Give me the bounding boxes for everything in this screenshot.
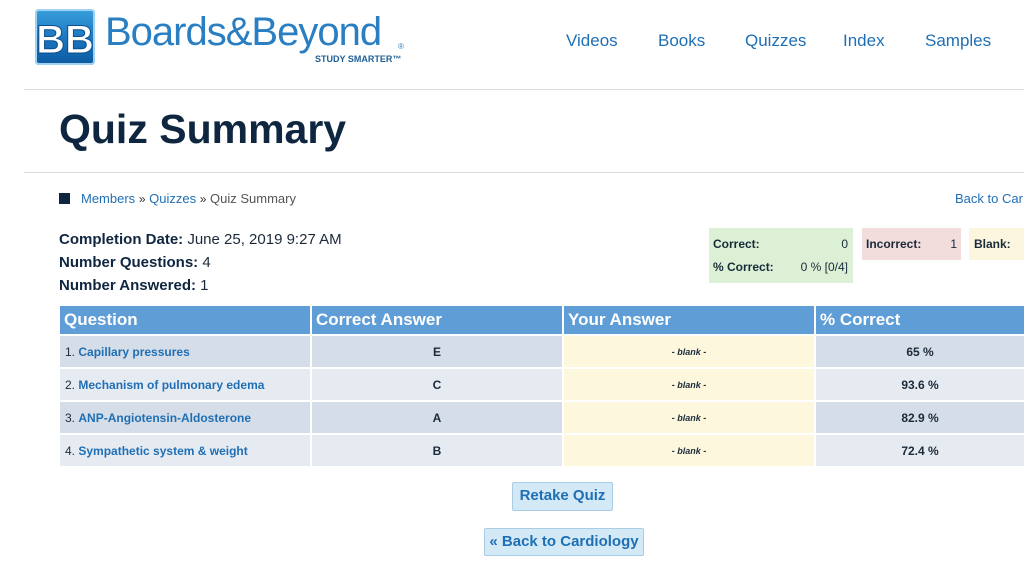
your-answer-cell: - blank - — [564, 402, 814, 433]
breadcrumb-members[interactable]: Members — [81, 191, 135, 206]
question-number: 2. — [65, 378, 76, 392]
nav-books[interactable]: Books — [658, 31, 705, 51]
question-cell: 1. Capillary pressures — [60, 336, 310, 367]
page-title: Quiz Summary — [59, 106, 347, 152]
percent-correct-value: 0 % [0/4] — [800, 260, 848, 274]
breadcrumb-separator: » — [138, 192, 146, 206]
correct-label: Correct: — [713, 237, 760, 251]
logo-tagline: STUDY SMARTER™ — [315, 54, 402, 64]
question-number: 3. — [65, 411, 76, 425]
completion-date-label: Completion Date: — [59, 231, 184, 248]
question-cell: 3. ANP-Angiotensin-Aldosterone — [60, 402, 310, 433]
percent-correct-cell: 93.6 % — [816, 369, 1024, 400]
correct-value: 0 — [841, 237, 848, 251]
nav-samples[interactable]: Samples — [925, 31, 991, 51]
breadcrumb-separator: » — [199, 192, 207, 206]
percent-correct-cell: 72.4 % — [816, 435, 1024, 466]
breadcrumb-quizzes[interactable]: Quizzes — [149, 191, 196, 206]
question-link[interactable]: Mechanism of pulmonary edema — [78, 378, 264, 392]
number-answered: Number Answered: 1 — [59, 277, 209, 294]
nav-videos[interactable]: Videos — [566, 31, 618, 51]
your-answer-cell: - blank - — [564, 336, 814, 367]
completion-date: Completion Date: June 25, 2019 9:27 AM — [59, 231, 342, 248]
back-to-cardiology-button[interactable]: « Back to Cardiology — [484, 528, 644, 556]
question-number: 4. — [65, 444, 76, 458]
table-header-row: Question Correct Answer Your Answer % Co… — [60, 306, 1024, 334]
correct-answer-cell: E — [312, 336, 562, 367]
question-link[interactable]: ANP-Angiotensin-Aldosterone — [78, 411, 251, 425]
question-number: 1. — [65, 345, 76, 359]
incorrect-stat-box: Incorrect: 1 — [862, 228, 961, 260]
question-link[interactable]: Capillary pressures — [78, 345, 189, 359]
number-questions-label: Number Questions: — [59, 254, 199, 271]
correct-answer-cell: B — [312, 435, 562, 466]
retake-quiz-button[interactable]: Retake Quiz — [512, 482, 613, 511]
logo-letters: BB — [36, 18, 94, 62]
table-row: 3. ANP-Angiotensin-Aldosterone A - blank… — [60, 402, 1024, 433]
breadcrumb-current: Quiz Summary — [210, 191, 296, 206]
question-cell: 4. Sympathetic system & weight — [60, 435, 310, 466]
your-answer-cell: - blank - — [564, 435, 814, 466]
logo-badge-icon[interactable]: BB — [35, 9, 95, 65]
number-questions: Number Questions: 4 — [59, 254, 211, 271]
percent-correct-cell: 82.9 % — [816, 402, 1024, 433]
incorrect-label: Incorrect: — [866, 237, 922, 251]
blank-label: Blank: — [974, 237, 1011, 251]
number-questions-value: 4 — [202, 254, 211, 271]
correct-stat-box: Correct: 0 % Correct: 0 % [0/4] — [709, 228, 853, 283]
site-header: BB Boards&Beyond ® STUDY SMARTER™ Videos… — [0, 0, 1024, 90]
logo-registered-mark: ® — [398, 42, 404, 51]
incorrect-value: 1 — [950, 237, 957, 251]
table-row: 2. Mechanism of pulmonary edema C - blan… — [60, 369, 1024, 400]
percent-correct-cell: 65 % — [816, 336, 1024, 367]
completion-date-value: June 25, 2019 9:27 AM — [187, 231, 342, 248]
table-row: 1. Capillary pressures E - blank - 65 % — [60, 336, 1024, 367]
question-link[interactable]: Sympathetic system & weight — [78, 444, 247, 458]
header-your-answer: Your Answer — [564, 306, 814, 334]
question-cell: 2. Mechanism of pulmonary edema — [60, 369, 310, 400]
percent-correct-label: % Correct: — [713, 260, 774, 274]
table-row: 4. Sympathetic system & weight B - blank… — [60, 435, 1024, 466]
number-answered-value: 1 — [200, 277, 209, 294]
title-divider — [24, 172, 1024, 173]
number-answered-label: Number Answered: — [59, 277, 196, 294]
nav-index[interactable]: Index — [843, 31, 885, 51]
back-to-cardiology-link[interactable]: Back to Car — [955, 191, 1023, 207]
nav-quizzes[interactable]: Quizzes — [745, 31, 806, 51]
correct-answer-cell: C — [312, 369, 562, 400]
breadcrumb: Members » Quizzes » Quiz Summary — [81, 191, 296, 207]
blank-stat-box: Blank: — [969, 228, 1024, 260]
logo-wordmark[interactable]: Boards&Beyond — [105, 10, 382, 55]
header-percent-correct: % Correct — [816, 306, 1024, 334]
header-divider — [24, 89, 1024, 90]
correct-answer-cell: A — [312, 402, 562, 433]
header-correct-answer: Correct Answer — [312, 306, 562, 334]
header-question: Question — [60, 306, 310, 334]
breadcrumb-square-icon — [59, 193, 70, 204]
your-answer-cell: - blank - — [564, 369, 814, 400]
